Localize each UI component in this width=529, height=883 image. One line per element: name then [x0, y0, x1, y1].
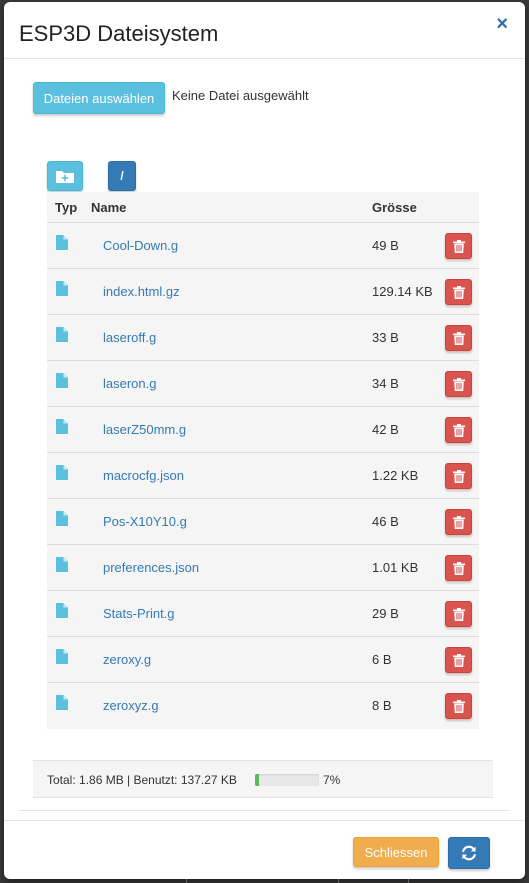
- column-type: Typ: [55, 200, 78, 215]
- trash-icon: [452, 653, 465, 667]
- file-size: 46 B: [372, 514, 399, 529]
- file-size: 1.22 KB: [372, 468, 419, 483]
- file-name-link[interactable]: macrocfg.json: [103, 468, 184, 483]
- file-icon: [56, 281, 68, 296]
- table-row: zeroxy.g 6 B: [47, 637, 479, 683]
- refresh-icon: [462, 845, 476, 861]
- dialog-title: ESP3D Dateisystem: [19, 21, 219, 46]
- table-row: laseron.g 34 B: [47, 361, 479, 407]
- background-line: [186, 879, 187, 883]
- delete-file-button[interactable]: [445, 693, 472, 719]
- file-name-link[interactable]: Pos-X10Y10.g: [103, 514, 187, 529]
- column-name: Name: [91, 200, 127, 215]
- file-icon: [56, 695, 68, 710]
- table-row: Cool-Down.g 49 B: [47, 223, 479, 269]
- dialog-footer: Schliessen: [4, 820, 525, 879]
- delete-file-button[interactable]: [445, 279, 472, 305]
- trash-icon: [452, 515, 465, 529]
- table-row: laserZ50mm.g 42 B: [47, 407, 479, 453]
- file-name-link[interactable]: zeroxyz.g: [103, 698, 159, 713]
- trash-icon: [452, 331, 465, 345]
- delete-file-button[interactable]: [445, 325, 472, 351]
- table-row: Stats-Print.g 29 B: [47, 591, 479, 637]
- file-name-link[interactable]: zeroxy.g: [103, 652, 151, 667]
- delete-file-button[interactable]: [445, 417, 472, 443]
- close-button[interactable]: Schliessen: [353, 837, 439, 867]
- file-name-link[interactable]: laseroff.g: [103, 330, 156, 345]
- refresh-button[interactable]: [448, 837, 490, 869]
- file-size: 8 B: [372, 698, 392, 713]
- file-size: 42 B: [372, 422, 399, 437]
- trash-icon: [452, 561, 465, 575]
- file-name-link[interactable]: laserZ50mm.g: [103, 422, 186, 437]
- root-path-button[interactable]: /: [108, 161, 136, 191]
- file-size: 34 B: [372, 376, 399, 391]
- file-icon: [56, 511, 68, 526]
- file-icon: [56, 557, 68, 572]
- trash-icon: [452, 699, 465, 713]
- trash-icon: [452, 469, 465, 483]
- file-icon: [56, 235, 68, 250]
- storage-percent: 7%: [323, 773, 341, 787]
- delete-file-button[interactable]: [445, 233, 472, 259]
- storage-info: Total: 1.86 MB | Benutzt: 137.27 KB 7%: [33, 760, 493, 798]
- table-row: preferences.json 1.01 KB: [47, 545, 479, 591]
- delete-file-button[interactable]: [445, 647, 472, 673]
- storage-progress-bar: [255, 774, 319, 786]
- file-icon: [56, 373, 68, 388]
- file-size: 49 B: [372, 238, 399, 253]
- file-size: 33 B: [372, 330, 399, 345]
- table-body: Cool-Down.g 49 B index.html.gz 129.14 KB las…: [47, 223, 479, 729]
- file-icon: [56, 649, 68, 664]
- delete-file-button[interactable]: [445, 601, 472, 627]
- file-system-dialog: ESP3D Dateisystem × Dateien auswählen Ke…: [4, 2, 525, 879]
- file-icon: [56, 419, 68, 434]
- table-row: index.html.gz 129.14 KB: [47, 269, 479, 315]
- delete-file-button[interactable]: [445, 509, 472, 535]
- delete-file-button[interactable]: [445, 371, 472, 397]
- divider: [19, 810, 510, 811]
- close-icon[interactable]: ×: [496, 14, 508, 34]
- storage-progress-fill: [255, 774, 260, 786]
- background-line: [338, 879, 339, 883]
- file-table: Typ Name Grösse Cool-Down.g 49 B index.htm…: [47, 192, 479, 729]
- choose-files-button[interactable]: Dateien auswählen: [33, 82, 165, 114]
- file-name-link[interactable]: preferences.json: [103, 560, 199, 575]
- delete-file-button[interactable]: [445, 463, 472, 489]
- table-row: laseroff.g 33 B: [47, 315, 479, 361]
- file-size: 1.01 KB: [372, 560, 419, 575]
- file-icon: [56, 603, 68, 618]
- file-size: 29 B: [372, 606, 399, 621]
- trash-icon: [452, 423, 465, 437]
- file-size: 6 B: [372, 652, 392, 667]
- file-icon: [56, 327, 68, 342]
- folder-plus-icon: [56, 171, 74, 183]
- storage-usage-text: Total: 1.86 MB | Benutzt: 137.27 KB: [47, 773, 237, 787]
- file-name-link[interactable]: index.html.gz: [103, 284, 180, 299]
- table-row: Pos-X10Y10.g 46 B: [47, 499, 479, 545]
- delete-file-button[interactable]: [445, 555, 472, 581]
- create-folder-button[interactable]: [47, 161, 83, 191]
- file-size: 129.14 KB: [372, 284, 433, 299]
- column-size: Grösse: [372, 200, 417, 215]
- dialog-header: ESP3D Dateisystem ×: [4, 2, 525, 59]
- trash-icon: [452, 607, 465, 621]
- trash-icon: [452, 377, 465, 391]
- file-icon: [56, 465, 68, 480]
- table-header: Typ Name Grösse: [47, 192, 479, 223]
- trash-icon: [452, 285, 465, 299]
- table-row: macrocfg.json 1.22 KB: [47, 453, 479, 499]
- file-name-link[interactable]: Stats-Print.g: [103, 606, 175, 621]
- trash-icon: [452, 239, 465, 253]
- file-name-link[interactable]: laseron.g: [103, 376, 156, 391]
- table-row: zeroxyz.g 8 B: [47, 683, 479, 729]
- file-name-link[interactable]: Cool-Down.g: [103, 238, 178, 253]
- background-line: [408, 879, 409, 883]
- file-selection-status: Keine Datei ausgewählt: [172, 88, 309, 103]
